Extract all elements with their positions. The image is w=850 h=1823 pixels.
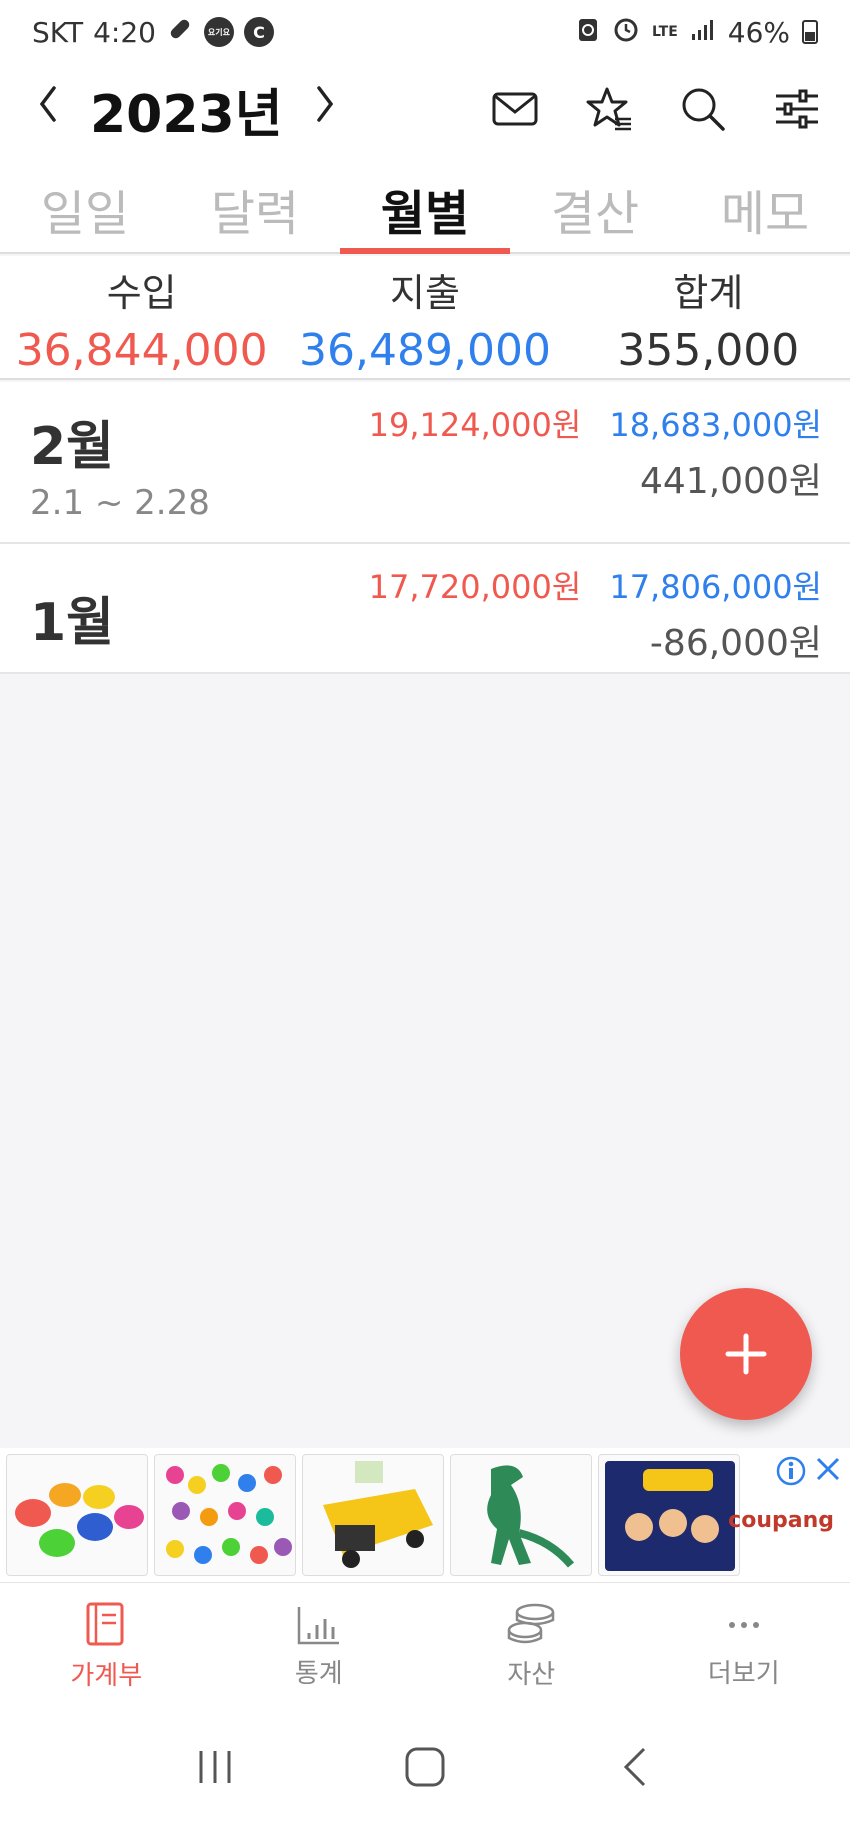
ad-product-boardgame[interactable] <box>598 1454 740 1576</box>
ad-product-dinosaur[interactable] <box>450 1454 592 1576</box>
carrier-label: SKT <box>32 15 84 49</box>
recycle-icon <box>576 15 600 50</box>
recent-apps-icon <box>199 1750 231 1783</box>
coins-icon <box>508 1603 555 1644</box>
ad-image <box>15 1483 144 1557</box>
nav-label: 가계부 <box>70 1661 143 1691</box>
nav-label: 자산 <box>507 1660 556 1690</box>
nav-item-more[interactable]: 더보기 <box>638 1583 850 1710</box>
yogiyo-badge: 요기요 <box>203 17 234 47</box>
ad-product-balance-pods[interactable] <box>6 1454 148 1576</box>
system-nav-bar <box>0 1710 850 1823</box>
expense-label: 지출 <box>390 271 460 315</box>
expense-summary: 지출 36,489,000 <box>283 256 566 378</box>
signal-icon <box>690 16 716 49</box>
mail-button[interactable] <box>488 82 542 136</box>
ad-image <box>487 1465 575 1568</box>
add-entry-button[interactable] <box>680 1288 812 1420</box>
month-row-january[interactable]: 1월 17,720,000원 17,806,000원 -86,000원 <box>0 544 850 674</box>
ad-brand-logo[interactable]: coupang <box>728 1508 834 1533</box>
network-label: LTE <box>652 24 678 40</box>
star-list-icon <box>586 87 631 131</box>
income-summary: 수입 36,844,000 <box>0 256 283 378</box>
book-icon <box>86 1602 124 1646</box>
chevron-left-icon <box>39 85 56 122</box>
time-label: 4:20 <box>93 15 156 49</box>
nav-label: 더보기 <box>707 1659 780 1689</box>
expense-value: 36,489,000 <box>299 325 551 376</box>
income-value: 36,844,000 <box>15 325 268 376</box>
tab-settlement[interactable]: 결산 <box>510 154 680 252</box>
header-actions <box>488 82 850 136</box>
ad-image <box>166 1464 292 1564</box>
home-button[interactable] <box>395 1737 455 1797</box>
tab-monthly[interactable]: 월별 <box>340 154 510 254</box>
status-bar: SKT 4:20 요기요 C LTE 46% <box>0 0 850 64</box>
nav-item-stats[interactable]: 통계 <box>213 1583 426 1710</box>
tab-daily[interactable]: 일일 <box>0 154 170 252</box>
month-expense: 17,806,000원 <box>609 568 822 606</box>
total-value: 355,000 <box>617 325 800 376</box>
status-left: SKT 4:20 요기요 C <box>32 15 274 50</box>
back-button[interactable] <box>605 1737 665 1797</box>
month-income: 17,720,000원 <box>368 568 582 606</box>
bookmark-button[interactable] <box>582 82 636 136</box>
ad-info-button[interactable] <box>776 1456 806 1490</box>
month-amounts: 19,124,000원 18,683,000원 441,000원 <box>369 400 822 504</box>
mail-icon <box>492 92 538 126</box>
month-expense: 18,683,000원 <box>609 406 822 444</box>
bottom-nav: 가계부 통계 자산 더보기 <box>0 1582 850 1710</box>
month-amounts: 17,720,000원 17,806,000원 -86,000원 <box>369 562 822 666</box>
month-income: 19,124,000원 <box>368 406 582 444</box>
next-year-button[interactable] <box>295 84 355 135</box>
filter-button[interactable] <box>770 82 824 136</box>
month-list: 2월 2.1 ~ 2.28 19,124,000원 18,683,000원 441… <box>0 382 850 674</box>
month-total: 441,000원 <box>640 461 822 502</box>
ad-image <box>323 1461 433 1568</box>
back-icon <box>623 1747 646 1786</box>
alarm-icon <box>612 15 640 50</box>
header: 2023년 <box>0 64 850 154</box>
total-label: 합계 <box>673 271 744 315</box>
total-summary: 합계 355,000 <box>567 256 850 378</box>
search-button[interactable] <box>676 82 730 136</box>
ad-close-button[interactable] <box>814 1452 842 1492</box>
month-total: -86,000원 <box>649 623 822 664</box>
close-icon <box>816 1457 840 1481</box>
nav-label: 통계 <box>294 1659 343 1689</box>
income-label: 수입 <box>106 271 177 315</box>
more-icon <box>728 1622 759 1628</box>
nav-item-account-book[interactable]: 가계부 <box>0 1583 213 1710</box>
recent-apps-button[interactable] <box>185 1737 245 1797</box>
ad-image <box>605 1461 735 1571</box>
month-row-february[interactable]: 2월 2.1 ~ 2.28 19,124,000원 18,683,000원 441… <box>0 382 850 544</box>
info-icon <box>776 1456 806 1486</box>
ad-product-gems[interactable] <box>154 1454 296 1576</box>
nav-item-assets[interactable]: 자산 <box>425 1583 638 1710</box>
search-icon <box>682 88 725 131</box>
battery-icon <box>802 20 818 44</box>
ad-banner: coupang <box>0 1448 850 1582</box>
battery-label: 46% <box>727 15 790 49</box>
bar-chart-icon <box>297 1607 339 1645</box>
ad-product-bus-bank[interactable] <box>302 1454 444 1576</box>
tab-memo[interactable]: 메모 <box>680 154 850 252</box>
status-right: LTE 46% <box>576 15 818 50</box>
prev-year-button[interactable] <box>18 84 78 135</box>
year-summary: 수입 36,844,000 지출 36,489,000 합계 355,000 <box>0 256 850 380</box>
c-badge: C <box>243 17 274 47</box>
view-tabs: 일일 달력 월별 결산 메모 <box>0 154 850 254</box>
pill-icon <box>166 15 194 50</box>
plus-icon <box>725 1333 767 1375</box>
home-icon <box>405 1747 445 1786</box>
year-title: 2023년 <box>90 84 283 145</box>
sliders-icon <box>776 89 818 129</box>
tab-calendar[interactable]: 달력 <box>170 154 340 252</box>
chevron-right-icon <box>316 85 333 122</box>
